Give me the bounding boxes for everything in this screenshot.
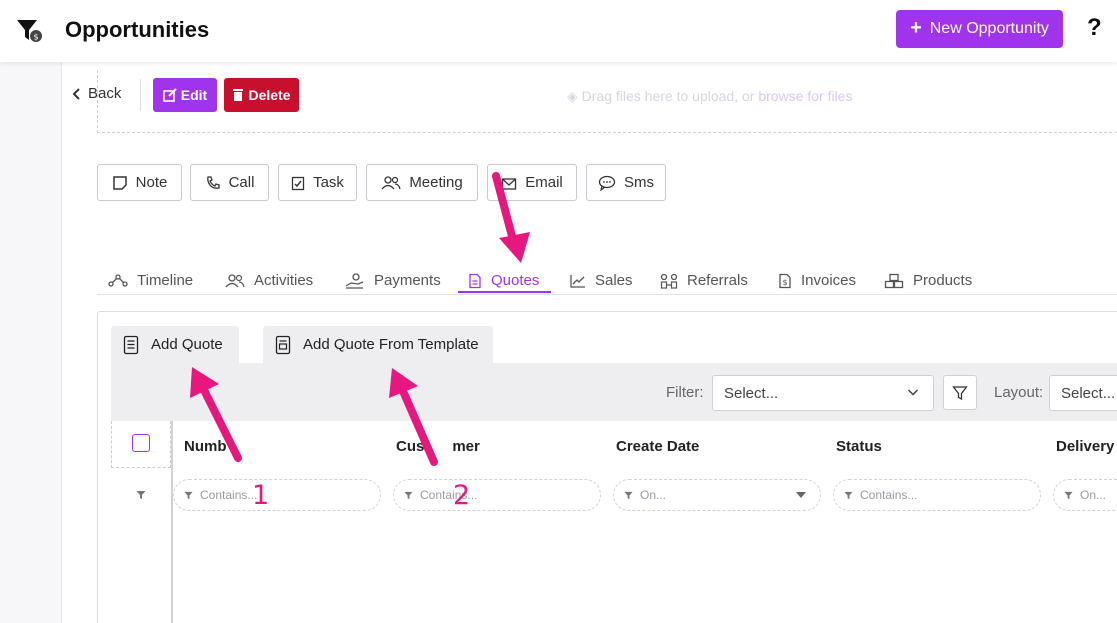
hand-coin-icon <box>345 272 364 289</box>
tab-payments[interactable]: Payments <box>345 267 441 294</box>
left-sidebar <box>0 62 62 623</box>
note-button[interactable]: Note <box>97 164 182 201</box>
edit-label: Edit <box>180 87 208 103</box>
delete-button[interactable]: Delete <box>224 78 299 112</box>
new-opportunity-label: New Opportunity <box>929 20 1049 37</box>
page-title: Opportunities <box>65 17 210 42</box>
svg-text:$: $ <box>783 278 788 287</box>
funnel-icon <box>404 491 413 499</box>
layout-select[interactable]: Select... <box>1049 375 1117 411</box>
clipboard-check-icon <box>291 176 305 190</box>
dropzone-text: ◈ Drag files here to upload, or browse f… <box>567 88 853 104</box>
email-button[interactable]: Email <box>487 164 577 201</box>
number-filter-input[interactable]: Contains... <box>173 479 381 511</box>
delivery-filter-input[interactable]: On... <box>1053 479 1117 511</box>
filter-select[interactable]: Select... <box>712 375 934 411</box>
quotes-panel <box>97 311 1117 623</box>
column-header-customer[interactable]: Cus mer <box>396 438 480 455</box>
annotation-number-1: 1 <box>252 480 270 511</box>
back-label: Back <box>88 85 122 102</box>
column-header-status[interactable]: Status <box>836 438 882 455</box>
tab-referrals[interactable]: Referrals <box>660 267 748 294</box>
funnel-icon <box>624 491 633 499</box>
tab-sales[interactable]: Sales <box>570 267 633 294</box>
chevron-down-icon <box>907 389 919 396</box>
filter-label: Filter: <box>666 384 704 401</box>
top-header: $ Opportunities + New Opportunity ? <box>0 0 1117 62</box>
divider <box>140 79 141 111</box>
tab-products[interactable]: Products <box>884 267 972 294</box>
task-button[interactable]: Task <box>278 164 357 201</box>
document-icon <box>123 335 139 354</box>
browse-files-link[interactable]: browse for files <box>758 88 852 104</box>
chevron-left-icon <box>72 87 80 100</box>
sticky-note-icon <box>112 175 127 190</box>
sms-bubble-icon <box>598 175 616 191</box>
add-quote-button[interactable]: Add Quote <box>111 326 239 363</box>
funnel-icon <box>136 491 146 499</box>
svg-text:$: $ <box>34 33 39 42</box>
funnel-icon <box>952 385 968 400</box>
document-icon <box>469 273 481 288</box>
edit-button[interactable]: Edit <box>153 78 217 112</box>
help-icon[interactable]: ? <box>1087 14 1102 42</box>
users-icon <box>381 175 401 189</box>
funnel-icon <box>1064 491 1073 499</box>
funnel-dollar-icon: $ <box>17 20 42 42</box>
funnel-icon <box>184 491 193 499</box>
funnel-icon <box>844 491 853 499</box>
envelope-icon <box>502 177 517 190</box>
plus-icon: + <box>910 17 922 39</box>
annotation-number-2: 2 <box>453 480 471 511</box>
invoice-icon: $ <box>779 273 791 288</box>
tab-timeline[interactable]: Timeline <box>108 267 193 294</box>
customer-filter-input[interactable]: Contains... <box>393 479 601 511</box>
add-quote-from-template-button[interactable]: Add Quote From Template <box>263 326 493 363</box>
tab-invoices[interactable]: $ Invoices <box>778 267 856 294</box>
caret-down-icon <box>796 492 806 498</box>
meeting-button[interactable]: Meeting <box>366 164 478 201</box>
trash-icon <box>233 89 244 101</box>
upload-icon: ◈ <box>567 88 578 104</box>
delete-label: Delete <box>248 87 291 103</box>
column-header-create-date[interactable]: Create Date <box>616 438 699 455</box>
line-chart-icon <box>570 274 585 288</box>
filter-button[interactable] <box>943 375 977 410</box>
phone-icon <box>206 175 220 189</box>
referral-icon <box>660 273 678 289</box>
call-button[interactable]: Call <box>190 164 269 201</box>
column-header-delivery[interactable]: Delivery <box>1056 438 1114 455</box>
select-all-checkbox[interactable] <box>132 434 150 452</box>
status-filter-input[interactable]: Contains... <box>833 479 1041 511</box>
new-opportunity-button[interactable]: + New Opportunity <box>896 10 1063 48</box>
tab-quotes[interactable]: Quotes <box>468 267 539 294</box>
tabs-divider <box>97 294 1117 295</box>
boxes-icon <box>884 273 904 288</box>
column-header-number[interactable]: Numb <box>184 438 227 455</box>
layout-label: Layout: <box>994 384 1044 401</box>
sms-button[interactable]: Sms <box>586 164 666 201</box>
users-icon <box>225 273 245 287</box>
template-icon <box>275 335 291 354</box>
timeline-icon <box>108 273 128 287</box>
edit-icon <box>162 88 177 102</box>
column-separator <box>171 421 173 623</box>
back-button[interactable]: Back <box>72 85 121 102</box>
active-tab-indicator <box>458 291 551 293</box>
tab-activities[interactable]: Activities <box>225 267 313 294</box>
create-date-filter-input[interactable]: On... <box>613 479 821 511</box>
